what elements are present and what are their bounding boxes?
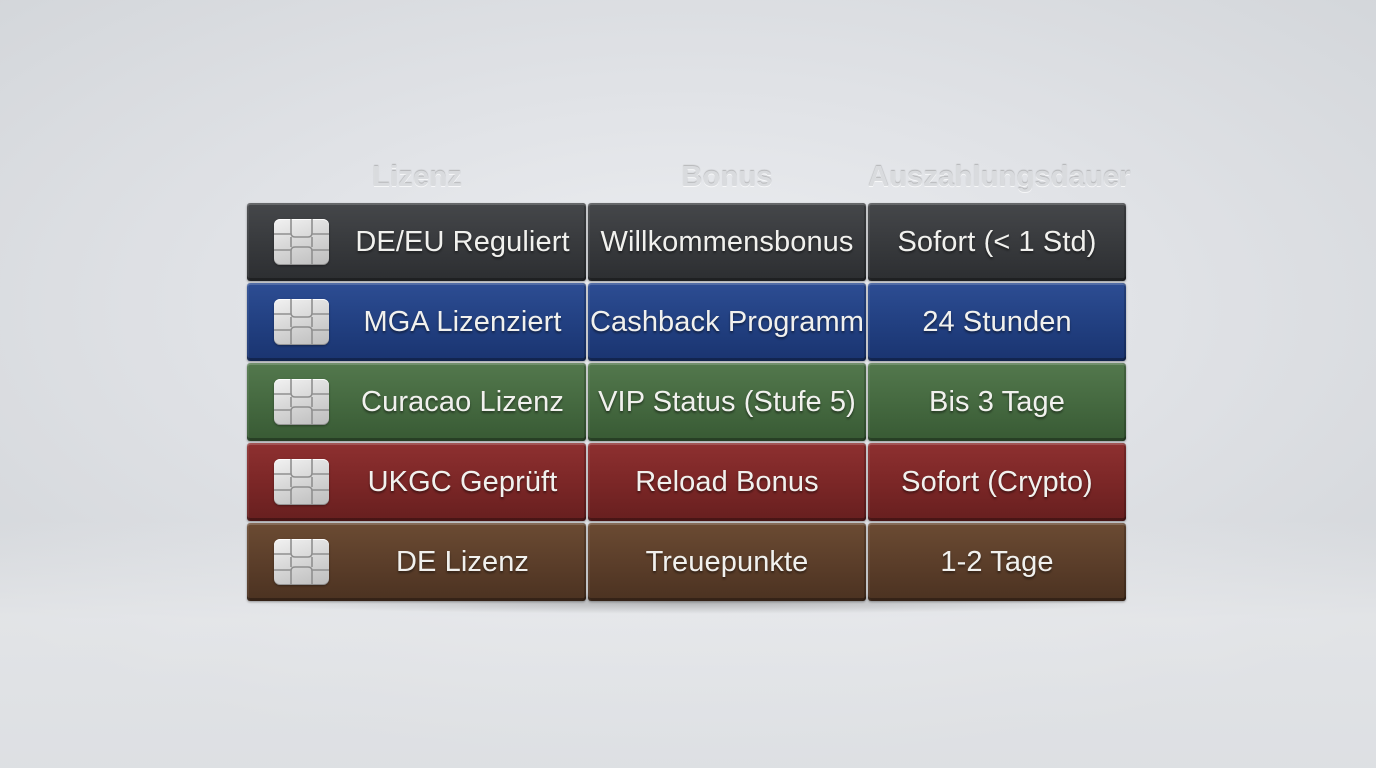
lizenz-cell: Curacao Lizenz	[247, 363, 586, 441]
header-lizenz: Lizenz	[372, 161, 462, 193]
comparison-table: DE/EU Reguliert Willkommensbonus Sofort …	[247, 203, 1127, 603]
lizenz-label: DE Lizenz	[395, 545, 530, 578]
bonus-cell: VIP Status (Stufe 5)	[588, 363, 866, 441]
bonus-cell: Treuepunkte	[588, 523, 866, 601]
bonus-cell: Willkommensbonus	[588, 203, 866, 281]
auszahlungsdauer-cell: 24 Stunden	[868, 283, 1126, 361]
lizenz-label: MGA Lizenziert	[363, 305, 562, 338]
table-row: MGA Lizenziert Cashback Programm 24 Stun…	[247, 283, 1127, 361]
lizenz-cell: UKGC Geprüft	[247, 443, 586, 521]
table-row: DE Lizenz Treuepunkte 1-2 Tage	[247, 523, 1127, 601]
auszahlungsdauer-cell: 1-2 Tage	[868, 523, 1126, 601]
chip-icon	[274, 539, 329, 585]
lizenz-cell: DE/EU Reguliert	[247, 203, 586, 281]
chip-icon	[274, 379, 329, 425]
table-row: Curacao Lizenz VIP Status (Stufe 5) Bis …	[247, 363, 1127, 441]
auszahlungsdauer-cell: Sofort (Crypto)	[868, 443, 1126, 521]
chip-icon	[274, 459, 329, 505]
lizenz-label: DE/EU Reguliert	[355, 225, 570, 258]
table-row: DE/EU Reguliert Willkommensbonus Sofort …	[247, 203, 1127, 281]
lizenz-cell: MGA Lizenziert	[247, 283, 586, 361]
header-auszahlungsdauer: Auszahlungsdauer	[868, 161, 1131, 193]
auszahlungsdauer-cell: Sofort (< 1 Std)	[868, 203, 1126, 281]
lizenz-label: Curacao Lizenz	[361, 385, 564, 418]
header-bonus: Bonus	[681, 161, 773, 193]
chip-icon	[274, 299, 329, 345]
table-row: UKGC Geprüft Reload Bonus Sofort (Crypto…	[247, 443, 1127, 521]
lizenz-label: UKGC Geprüft	[367, 465, 558, 498]
lizenz-cell: DE Lizenz	[247, 523, 586, 601]
auszahlungsdauer-cell: Bis 3 Tage	[868, 363, 1126, 441]
bonus-cell: Reload Bonus	[588, 443, 866, 521]
bonus-cell: Cashback Programm	[588, 283, 866, 361]
chip-icon	[274, 219, 329, 265]
